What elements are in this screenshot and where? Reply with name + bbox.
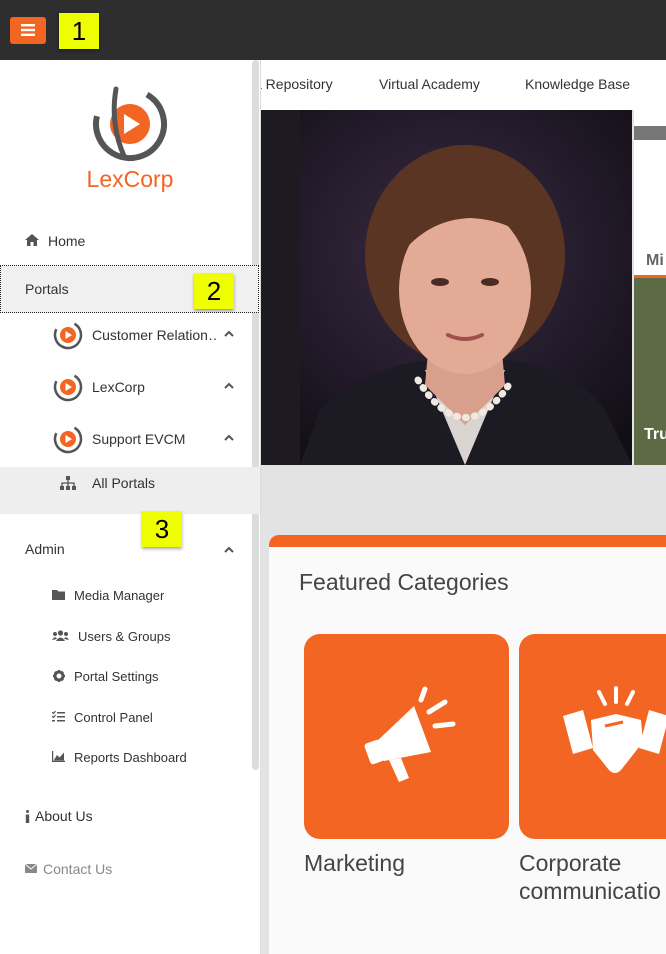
gear-icon — [53, 670, 65, 682]
sidebar-item-about-us[interactable]: About Us — [0, 801, 252, 831]
sidebar-item-home-label: Home — [48, 233, 86, 249]
portal-logo-icon — [53, 320, 83, 350]
sidebar-item-reports-dashboard[interactable]: Reports Dashboard — [0, 744, 252, 772]
side-panel-bar — [634, 126, 666, 140]
folder-icon — [52, 590, 65, 600]
envelope-icon — [25, 864, 37, 873]
top-navigation: a Repository Virtual Academy Knowledge B… — [260, 60, 666, 110]
category-label-marketing[interactable]: Marketing — [304, 849, 405, 877]
sidebar-item-label: Control Panel — [74, 710, 153, 725]
users-icon — [52, 630, 69, 641]
featured-categories-card: Featured Categories Marketing Corporate … — [269, 535, 666, 954]
lexcorp-logo-icon — [93, 86, 167, 161]
hero-video[interactable] — [260, 110, 632, 465]
sidebar-item-all-portals-label: All Portals — [92, 475, 156, 491]
sitemap-icon — [60, 476, 76, 490]
side-panel-text-1: Mi — [646, 252, 664, 269]
info-icon — [25, 810, 30, 823]
brand-name: LexCorp — [86, 166, 174, 192]
callout-1: 1 — [59, 13, 99, 49]
sidebar-item-admin-label: Admin — [25, 541, 65, 557]
nav-link-virtual-academy[interactable]: Virtual Academy — [379, 76, 480, 92]
sidebar-item-about-us-label: About Us — [35, 808, 93, 824]
chevron-up-icon[interactable] — [224, 546, 234, 554]
sidebar-item-users-groups[interactable]: Users & Groups — [0, 623, 252, 651]
hamburger-icon — [21, 24, 35, 36]
sidebar-item-media-manager[interactable]: Media Manager — [0, 582, 252, 610]
sidebar-item-portal-label: LexCorp — [92, 379, 145, 395]
sidebar-item-contact-us-label: Contact Us — [43, 861, 113, 877]
category-label-corporate-communication[interactable]: Corporate communicatio — [519, 849, 661, 905]
list-icon — [52, 711, 65, 722]
sidebar-item-label: Portal Settings — [74, 669, 159, 684]
sidebar-item-portal-support-evcm[interactable]: Support EVCM — [0, 420, 252, 460]
hero-video-image — [260, 110, 632, 465]
portal-logo-icon — [53, 424, 83, 454]
side-panel-upper: Mi — [634, 140, 666, 278]
sidebar: LexCorp Home Portals 2 Customer Relation… — [0, 60, 261, 954]
portal-logo-icon — [53, 372, 83, 402]
sidebar-item-portal-lexcorp[interactable]: LexCorp — [0, 368, 252, 408]
side-panel-text-2: Tru — [644, 426, 666, 443]
chevron-up-icon[interactable] — [224, 382, 234, 390]
sidebar-item-label: Media Manager — [74, 588, 165, 603]
category-label-line-1: Corporate — [519, 850, 622, 876]
featured-categories-title: Featured Categories — [299, 569, 509, 595]
top-bar: 1 — [0, 0, 666, 60]
chevron-up-icon[interactable] — [224, 330, 234, 338]
sidebar-item-portal-label: Customer Relation… — [92, 327, 216, 343]
sidebar-item-admin[interactable]: Admin — [0, 533, 252, 565]
sidebar-item-label: Users & Groups — [78, 629, 171, 644]
sidebar-item-contact-us[interactable]: Contact Us — [0, 854, 252, 884]
sidebar-item-portal-label: Support EVCM — [92, 431, 186, 447]
sidebar-item-home[interactable]: Home — [0, 224, 252, 256]
sidebar-item-all-portals[interactable]: All Portals — [0, 467, 260, 514]
sidebar-item-portals-label: Portals — [25, 281, 69, 297]
handshake-icon — [563, 686, 666, 773]
hero-side-panel: Mi Tru — [634, 110, 666, 465]
callout-2: 2 — [194, 273, 234, 309]
sidebar-item-portal-settings[interactable]: Portal Settings — [0, 663, 252, 691]
main-content: a Repository Virtual Academy Knowledge B… — [260, 60, 666, 954]
sidebar-item-label: Reports Dashboard — [74, 750, 187, 765]
category-tile-marketing[interactable] — [304, 634, 509, 839]
nav-link-repository[interactable]: a Repository — [260, 76, 333, 92]
chart-icon — [52, 751, 65, 762]
home-icon — [25, 234, 39, 246]
megaphone-icon — [364, 686, 456, 782]
category-tile-corporate-communication[interactable] — [519, 634, 666, 839]
side-panel-lower: Tru — [634, 278, 666, 465]
sidebar-item-portal-customer-relation[interactable]: Customer Relation… — [0, 316, 252, 356]
category-label-line-2: communicatio — [519, 878, 661, 904]
chevron-up-icon[interactable] — [224, 434, 234, 442]
hamburger-menu-button[interactable] — [10, 17, 46, 44]
sidebar-item-control-panel[interactable]: Control Panel — [0, 704, 252, 732]
nav-link-knowledge-base[interactable]: Knowledge Base — [525, 76, 630, 92]
